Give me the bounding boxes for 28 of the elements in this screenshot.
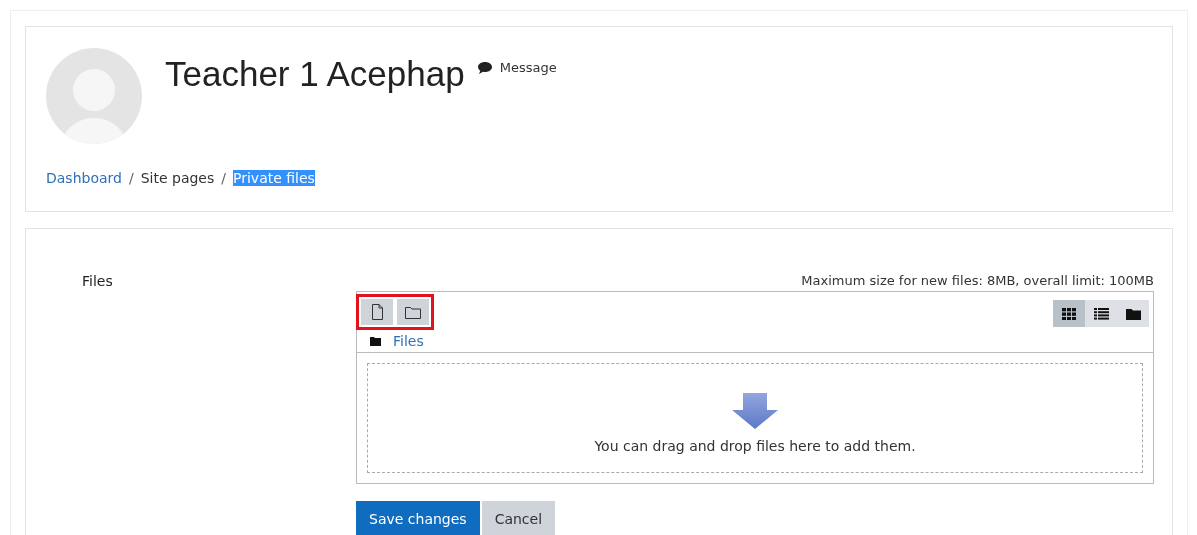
list-view-button[interactable] (1085, 300, 1117, 327)
drop-zone[interactable]: You can drag and drop files here to add them. (367, 363, 1143, 473)
breadcrumb-item[interactable]: Private files (233, 170, 315, 186)
field-label: Files (82, 273, 114, 291)
document-icon (370, 304, 384, 320)
speech-bubble-icon (476, 60, 493, 75)
folder-path-link[interactable]: Files (393, 333, 424, 349)
user-name: Teacher 1 Acephap (165, 54, 465, 94)
down-arrow-icon (731, 392, 779, 430)
cancel-button[interactable]: Cancel (481, 501, 556, 535)
folder-icon (1125, 307, 1141, 320)
breadcrumb-separator: / (128, 170, 134, 186)
breadcrumb-separator: / (221, 170, 226, 186)
message-link[interactable]: Message (476, 60, 557, 75)
tree-view-button[interactable] (1117, 300, 1149, 327)
breadcrumb-item: Site pages (140, 170, 215, 186)
size-limit-text: Maximum size for new files: 8MB, overall limit: 100MB (800, 273, 1154, 288)
save-button[interactable]: Save changes (356, 501, 480, 535)
breadcrumb-item[interactable]: Dashboard (46, 170, 122, 186)
folder-icon (370, 336, 381, 346)
grid-icon (1062, 307, 1076, 320)
create-folder-button[interactable] (397, 299, 429, 325)
grid-view-button[interactable] (1053, 300, 1085, 327)
add-file-button[interactable] (361, 299, 393, 325)
folder-icon (405, 305, 421, 319)
list-icon (1093, 307, 1109, 320)
avatar-icon (46, 48, 142, 144)
drop-hint-text: You can drag and drop files here to add them. (594, 438, 916, 454)
